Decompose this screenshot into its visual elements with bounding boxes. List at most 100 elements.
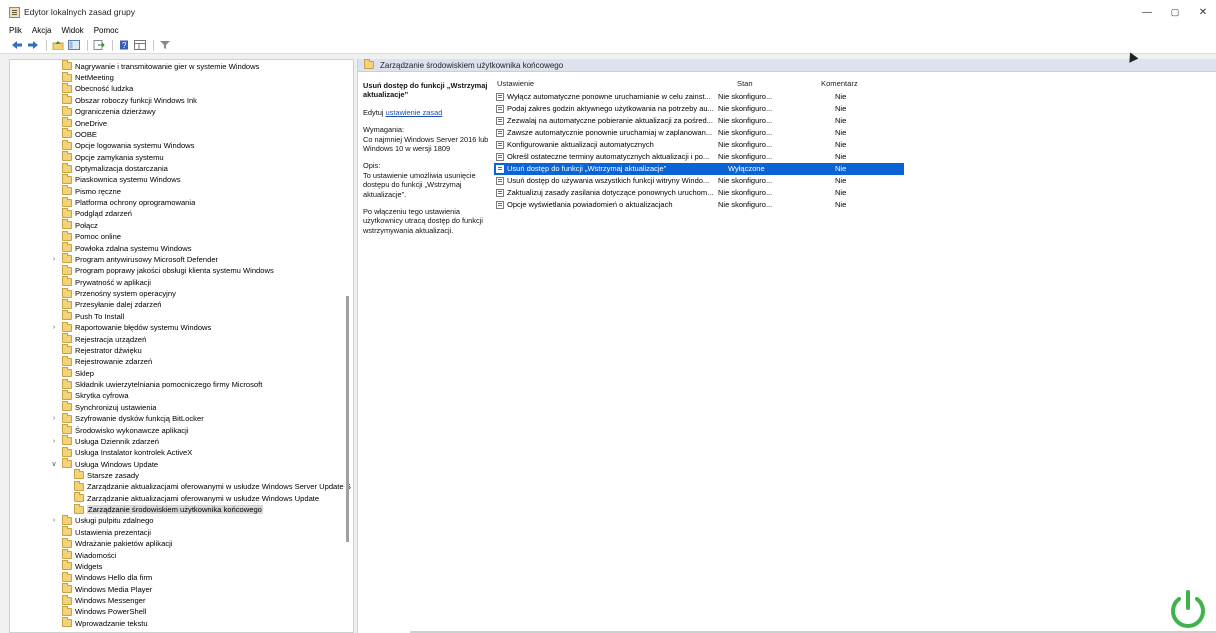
setting-state: Wyłączone [728,164,765,173]
setting-row[interactable]: Zawsze automatycznie ponownie uruchamiaj… [494,127,904,139]
tree-item[interactable]: Obszar roboczy funkcji Windows Ink [62,94,197,106]
setting-row[interactable]: Podaj zakres godzin aktywnego użytkowani… [494,103,904,115]
edit-line: Edytuj ustawienie zasad [363,108,493,117]
setting-row[interactable]: Określ ostateczne terminy automatycznych… [494,151,904,163]
tree-item[interactable]: › Raportowanie błędów systemu Windows [53,321,211,333]
setting-row[interactable]: Usuń dostęp do używania wszystkich funkc… [494,175,904,187]
tree-item[interactable]: Środowisko wykonawcze aplikacji [62,424,189,435]
menu-action[interactable]: Akcja [32,26,52,35]
menu-help[interactable]: Pomoc [94,26,119,35]
app-policy-icon [9,6,20,18]
menu-file[interactable]: Plik [9,26,22,35]
tree-item[interactable]: Przesyłanie dalej zdarzeń [62,298,162,310]
folder-icon [62,514,72,525]
tree-item[interactable]: Sklep [62,367,94,378]
export-list-icon[interactable] [92,40,105,51]
tree-item[interactable]: Wdrażanie pakietów aplikacji [62,537,173,549]
close-button[interactable]: ✕ [1189,0,1216,24]
collapse-chevron-icon[interactable]: ∨ [50,460,58,468]
tree-item[interactable]: Platforma ochrony oprogramowania [62,196,195,208]
tree-item[interactable]: Wiadomości [62,549,116,560]
tree-item[interactable]: Synchronizuj ustawienia [62,401,156,413]
tree-item[interactable]: Windows Media Player [62,583,152,595]
setting-row[interactable]: Wyłącz automatyczne ponowne uruchamianie… [494,91,904,103]
tree-item[interactable]: Pomoc online [62,230,121,242]
tree-item[interactable]: Optymalizacja dostarczania [62,162,168,174]
tree-item[interactable]: Prywatność w aplikacji [62,276,151,288]
tree-item[interactable]: Zarządzanie aktualizacjami oferowanymi w… [74,480,351,492]
expand-chevron-icon[interactable]: › [50,415,58,422]
tree-item[interactable]: Zarządzanie środowiskiem użytkownika koń… [74,503,263,515]
filter-icon[interactable] [158,40,171,51]
tree-item[interactable]: NetMeeting [62,71,114,83]
tree-item[interactable]: OOBE [62,128,97,140]
tree-item[interactable]: Windows PowerShell [62,605,146,617]
expand-chevron-icon[interactable]: › [50,517,58,524]
setting-name: Podaj zakres godzin aktywnego użytkowani… [507,104,714,113]
tree-item[interactable]: Starsze zasady [74,469,139,481]
tree-item[interactable]: Opcje zamykania systemu [62,151,164,162]
setting-row[interactable]: Zezwalaj na automatyczne pobieranie aktu… [494,115,904,127]
tree-item[interactable]: Rejestracja urządzeń [62,333,146,344]
folder-icon [62,333,72,344]
tree-item[interactable]: › Szyfrowanie dysków funkcją BitLocker [53,412,204,424]
tree-item[interactable]: Powłoka zdalna systemu Windows [62,242,192,253]
edit-policy-link[interactable]: ustawienie zasad [386,108,443,117]
tree-item[interactable]: Opcje logowania systemu Windows [62,139,194,151]
tree-item[interactable]: OneDrive [62,117,107,128]
tree-item[interactable]: Przenośny system operacyjny [62,287,176,299]
setting-comment: Nie [835,128,847,137]
tree-item[interactable]: Usługa Instalator kontrolek ActiveX [62,446,192,458]
tree-item[interactable]: Ograniczenia dzierżawy [62,105,156,117]
tree-item[interactable]: ∨ Usługa Windows Update [51,458,158,469]
tree-item[interactable]: Obecność ludzka [62,82,133,94]
tree-item[interactable]: Ustawienia prezentacji [62,526,151,538]
tree-scrollbar[interactable] [346,296,349,542]
tree-item[interactable]: Nagrywanie i transmitowanie gier w syste… [62,60,259,72]
up-folder-icon[interactable] [51,40,64,51]
tree-item[interactable]: › Program antywirusowy Microsoft Defender [53,253,218,265]
menu-view[interactable]: Widok [61,26,83,35]
help-icon[interactable]: ? [117,40,130,51]
tree-item[interactable]: Rejestrowanie zdarzeń [62,355,152,367]
forward-icon[interactable] [26,40,39,51]
tree-item[interactable]: Push To Install [62,310,124,322]
tree-item[interactable]: Skrytka cyfrowa [62,389,129,401]
category-header: Zarządzanie środowiskiem użytkownika koń… [358,59,1216,72]
tree-item[interactable]: Widgets [62,560,102,572]
back-icon[interactable] [10,40,23,51]
tree-item-label: Zarządzanie aktualizacjami oferowanymi w… [87,482,351,492]
tree-item[interactable]: › Usługa Dziennik zdarzeń [53,435,159,447]
column-setting[interactable]: Ustawienie [497,79,534,90]
folder-icon [74,492,84,503]
tree-item-label: Powłoka zdalna systemu Windows [75,243,192,253]
tree-item[interactable]: Windows Hello dla firm [62,571,152,583]
setting-row[interactable]: Konfigurowanie aktualizacji automatyczny… [494,139,904,151]
maximize-button[interactable]: ▢ [1161,0,1189,24]
expand-chevron-icon[interactable]: › [50,324,58,331]
view-icon[interactable] [133,40,146,51]
tree-item[interactable]: Program poprawy jakości obsługi klienta … [62,264,274,276]
folder-icon [62,94,72,105]
tree-item[interactable]: Podgląd zdarzeń [62,207,132,219]
column-state[interactable]: Stan [737,79,753,90]
tree-item[interactable]: Zarządzanie aktualizacjami oferowanymi w… [74,492,319,504]
column-comment[interactable]: Komentarz [821,79,858,90]
setting-row[interactable]: Zaktualizuj zasady zasilania dotyczące p… [494,187,904,199]
tree-item-label: OOBE [75,129,97,139]
expand-chevron-icon[interactable]: › [50,438,58,445]
minimize-button[interactable]: — [1133,0,1161,24]
show-hide-tree-icon[interactable] [67,40,80,51]
setting-row[interactable]: Usuń dostęp do funkcji „Wstrzymaj aktual… [494,163,904,175]
tree-item[interactable]: › Usługi pulpitu zdalnego [53,514,154,526]
tree-item[interactable]: Połącz [62,219,98,231]
tree-item[interactable]: Składnik uwierzytelniania pomocniczego f… [62,378,262,390]
tree-item[interactable]: Wprowadzanie tekstu [62,617,148,629]
tree-item[interactable]: Windows Messenger [62,594,145,606]
tree-item[interactable]: Rejestrator dźwięku [62,344,142,356]
setting-row[interactable]: Opcje wyświetlania powiadomień o aktuali… [494,199,904,211]
policy-tree[interactable]: Nagrywanie i transmitowanie gier w syste… [9,59,354,633]
expand-chevron-icon[interactable]: › [50,256,58,263]
tree-item[interactable]: Piaskownica systemu Windows [62,173,181,185]
tree-item[interactable]: Pismo ręczne [62,185,121,197]
